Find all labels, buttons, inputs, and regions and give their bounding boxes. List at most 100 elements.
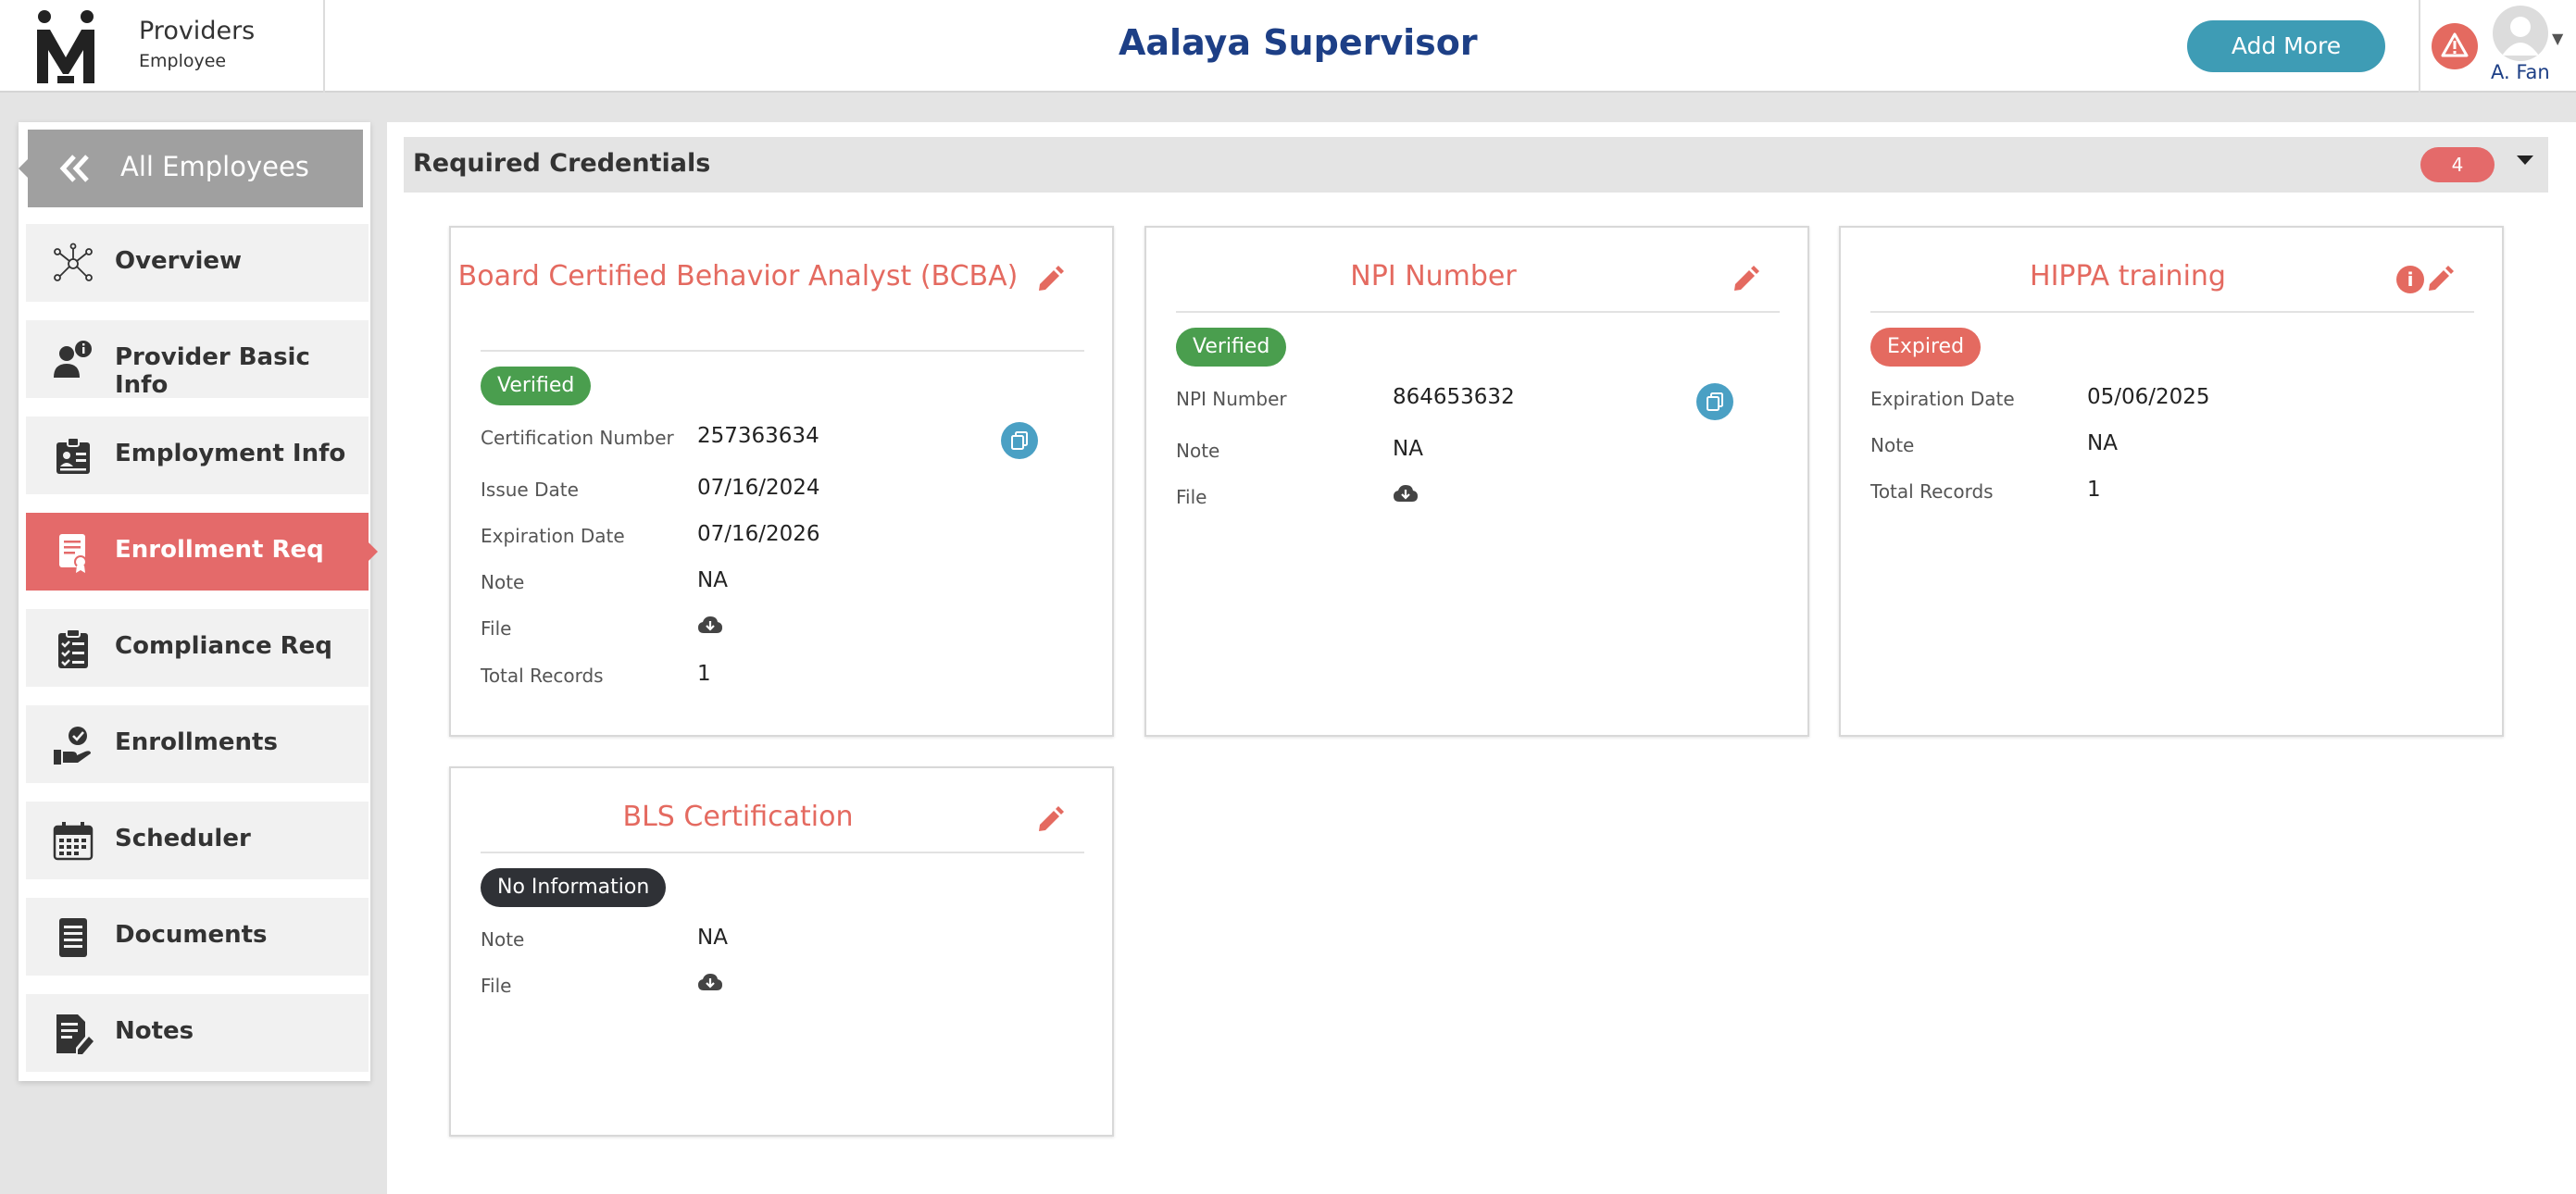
header-divider <box>323 0 325 93</box>
field-label: Note <box>481 571 525 593</box>
field-value: 257363634 <box>697 424 819 448</box>
field-value: NA <box>2087 431 2118 455</box>
top-bar: Providers Employee Aalaya Supervisor Add… <box>0 0 2576 93</box>
warning-icon[interactable] <box>2432 23 2478 69</box>
status-badge: Verified <box>1176 328 1287 367</box>
field-label: Note <box>1870 434 1915 456</box>
credential-card: BLS Certification No Information Note NA… <box>449 766 1114 1137</box>
sidebar-item-label: Enrollments <box>115 728 278 756</box>
status-badge: No Information <box>481 868 667 907</box>
card-title: HIPPA training <box>2030 260 2226 292</box>
cloud-download-icon[interactable] <box>1393 483 1419 504</box>
pencil-icon[interactable] <box>1034 264 1066 295</box>
sidebar-item-provider-basic-info[interactable]: Provider Basic Info <box>26 320 369 399</box>
pencil-icon[interactable] <box>1730 264 1761 295</box>
field-value: 1 <box>2087 478 2101 502</box>
cloud-download-icon[interactable] <box>697 972 723 992</box>
card-title: NPI Number <box>1350 260 1517 292</box>
checklist-icon <box>58 628 88 668</box>
field-value: 05/06/2025 <box>2087 385 2210 409</box>
copy-icon[interactable] <box>1001 422 1038 459</box>
card-title: Board Certified Behavior Analyst (BCBA) <box>457 260 1019 292</box>
document-icon <box>59 918 87 957</box>
card-divider <box>1176 311 1780 313</box>
calendar-icon <box>53 822 94 861</box>
add-more-button[interactable]: Add More <box>2187 20 2385 72</box>
cloud-download-icon[interactable] <box>697 615 723 635</box>
sidebar-item-label: Employment Info <box>115 440 346 467</box>
all-employees-label: All Employees <box>120 151 309 182</box>
required-credentials-header[interactable]: Required Credentials 4 <box>404 137 2548 193</box>
user-avatar[interactable] <box>2493 6 2548 61</box>
chevron-down-icon[interactable]: ▼ <box>2552 30 2563 47</box>
field-value: 864653632 <box>1393 385 1515 409</box>
user-name[interactable]: A. Fan <box>2491 61 2550 83</box>
field-label: Note <box>1176 440 1220 462</box>
field-value: NA <box>697 926 728 950</box>
certificate-icon <box>59 534 87 573</box>
sidebar-item-enrollment-req[interactable]: Enrollment Req <box>26 513 378 591</box>
sidebar-item-documents[interactable]: Documents <box>26 898 369 976</box>
status-badge: Expired <box>1870 328 1982 367</box>
field-label: File <box>481 617 512 640</box>
brand: Providers Employee <box>139 17 255 71</box>
copy-icon[interactable] <box>1696 383 1733 420</box>
credential-card: Board Certified Behavior Analyst (BCBA) … <box>449 226 1114 737</box>
sidebar-item-employment-info[interactable]: Employment Info <box>26 417 369 494</box>
field-label: File <box>481 975 512 997</box>
network-icon <box>54 243 93 281</box>
pencil-icon[interactable] <box>1034 804 1066 836</box>
sidebar-item-compliance-req[interactable]: Compliance Req <box>26 609 369 687</box>
hand-check-icon <box>54 727 91 765</box>
tab-pointer <box>19 159 28 178</box>
field-label: Total Records <box>481 665 604 687</box>
page-title: Aalaya Supervisor <box>1119 22 1478 63</box>
field-value: 07/16/2024 <box>697 476 820 500</box>
sidebar-item-label: Notes <box>115 1017 194 1045</box>
card-divider <box>1870 311 2474 313</box>
brand-title: Providers <box>139 17 256 45</box>
field-label: Expiration Date <box>1870 388 2015 410</box>
field-value: NA <box>1393 437 1423 461</box>
sidebar-item-overview[interactable]: Overview <box>26 224 369 302</box>
active-pointer <box>369 542 378 561</box>
section-title: Required Credentials <box>413 149 711 178</box>
field-label: NPI Number <box>1176 388 1287 410</box>
field-label: Expiration Date <box>481 525 625 547</box>
sidebar-item-label: Enrollment Req <box>115 536 324 564</box>
sidebar-item-enrollments[interactable]: Enrollments <box>26 705 369 783</box>
field-label: Note <box>481 928 525 951</box>
card-divider <box>481 852 1084 853</box>
info-icon[interactable]: i <box>2396 266 2424 293</box>
double-chevron-left-icon <box>59 155 89 182</box>
chevron-down-icon[interactable] <box>2517 155 2533 165</box>
card-divider <box>481 350 1084 352</box>
header-divider <box>2419 0 2420 93</box>
note-edit-icon <box>56 1014 94 1054</box>
field-label: File <box>1176 486 1207 508</box>
all-employees-button[interactable]: All Employees <box>19 130 363 207</box>
brand-subtitle: Employee <box>139 51 227 71</box>
user-info-icon <box>54 341 92 378</box>
sidebar-item-scheduler[interactable]: Scheduler <box>26 802 369 879</box>
field-value: 1 <box>697 662 711 686</box>
field-value: NA <box>697 568 728 592</box>
id-badge-icon <box>56 437 90 474</box>
field-label: Issue Date <box>481 479 579 501</box>
sidebar-item-label: Overview <box>115 247 243 275</box>
credential-card: HIPPA training i Expired Expiration Date… <box>1839 226 2504 737</box>
sidebar-item-label: Provider Basic Info <box>115 343 310 399</box>
status-badge: Verified <box>481 367 592 405</box>
sidebar-item-label: Compliance Req <box>115 632 332 660</box>
sidebar-item-notes[interactable]: Notes <box>26 994 369 1072</box>
count-badge: 4 <box>2420 147 2495 182</box>
pencil-icon[interactable] <box>2424 264 2456 295</box>
sidebar-item-label: Scheduler <box>115 825 251 852</box>
app-logo[interactable] <box>35 9 96 83</box>
field-label: Total Records <box>1870 480 1994 503</box>
field-label: Certification Number <box>481 427 674 449</box>
sidebar-item-label: Documents <box>115 921 268 949</box>
credential-card: NPI Number Verified NPI Number 864653632… <box>1144 226 1809 737</box>
card-title: BLS Certification <box>622 801 854 833</box>
field-value: 07/16/2026 <box>697 522 820 546</box>
